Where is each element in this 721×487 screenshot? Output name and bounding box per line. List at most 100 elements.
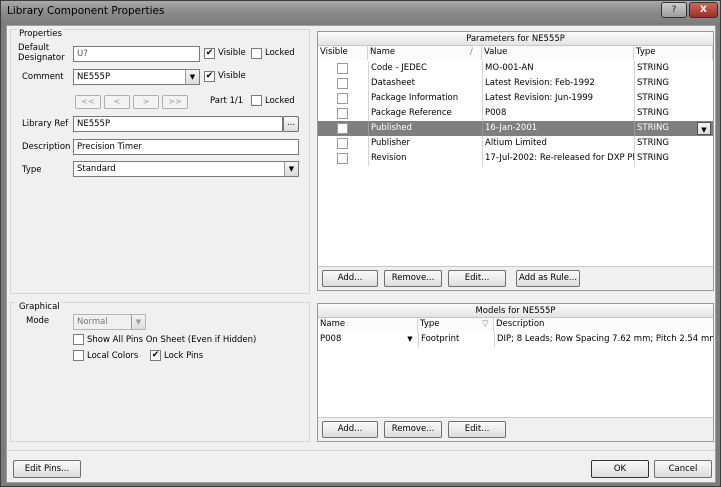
parameter-value-cell[interactable]: Latest Revision: Feb-1992 [482,76,634,91]
libref-input[interactable]: NE555P [73,116,283,132]
mode-label: Mode [26,316,50,326]
parameter-type-cell[interactable]: STRING [634,76,713,91]
designator-label: Default Designator [18,43,65,63]
description-input[interactable]: Precision Timer [73,139,299,155]
help-button[interactable]: ? [661,2,687,18]
parameter-name-cell[interactable]: Revision [368,151,482,166]
models-panel: Models for NE555P Name Type ▽ Descriptio… [317,303,714,442]
parameter-type-cell[interactable]: STRING [634,91,713,106]
col-visible[interactable]: Visible [318,46,368,60]
close-button[interactable]: X [689,2,718,18]
model-col-description[interactable]: Description [494,318,713,332]
parameter-value-cell[interactable]: P008 [482,106,634,121]
parameter-visible-checkbox[interactable] [337,63,348,74]
model-type-cell: Footprint [418,332,494,347]
graphical-group: Graphical Mode Normal ▼ Show All Pins On… [10,302,310,442]
parameter-type-cell[interactable]: STRING [634,151,713,166]
model-add-button[interactable]: Add... [322,421,378,438]
designator-locked-label: Locked [265,48,295,58]
graphical-group-title: Graphical [17,302,62,312]
cancel-button[interactable]: Cancel [654,460,712,478]
parameter-name-cell[interactable]: Code - JEDEC [368,61,482,76]
model-remove-button[interactable]: Remove... [384,421,442,438]
parameter-type-dropdown-icon[interactable]: ▼ [697,122,711,135]
parameter-name-cell[interactable]: Datasheet [368,76,482,91]
model-description-cell: DIP; 8 Leads; Row Spacing 7.62 mm; Pitch… [494,332,713,347]
model-name-cell[interactable]: P008 [318,332,404,347]
ok-button[interactable]: OK [591,460,649,478]
model-name-dropdown-icon[interactable]: ▼ [404,333,416,345]
parameter-value-cell[interactable]: 17-Jul-2002: Re-released for DXP Platfo [482,151,634,166]
parameter-row[interactable]: Revision 17-Jul-2002: Re-released for DXP… [318,151,713,166]
parameter-name-cell[interactable]: Published [368,121,482,136]
parameter-value-cell[interactable]: Latest Revision: Jun-1999 [482,91,634,106]
model-row[interactable]: P008 ▼ Footprint DIP; 8 Leads; Row Spaci… [318,332,713,347]
libref-label: Library Ref [22,119,69,129]
param-edit-button[interactable]: Edit... [448,270,506,287]
parameter-name-cell[interactable]: Publisher [368,136,482,151]
models-header-row: Name Type ▽ Description [318,318,713,332]
libref-browse-button[interactable]: ... [283,116,299,132]
parameter-value-cell[interactable]: 16-Jan-2001 [482,121,634,136]
sort-indicator-icon: / [470,47,473,57]
parameter-name-cell[interactable]: Package Information [368,91,482,106]
parameter-name-cell[interactable]: Package Reference [368,106,482,121]
parameter-row[interactable]: Datasheet Latest Revision: Feb-1992 STRING [318,76,713,91]
parameter-type-cell[interactable]: STRING [634,136,713,151]
parameter-row[interactable]: Published 16-Jan-2001 STRING ▼ [318,121,713,136]
parameter-visible-checkbox[interactable] [337,78,348,89]
col-name[interactable]: Name [368,46,482,60]
parameter-value-cell[interactable]: MO-001-AN [482,61,634,76]
mode-value: Normal [77,317,108,327]
designator-input[interactable]: U? [73,46,200,62]
type-dropdown-arrow-icon[interactable]: ▼ [284,162,298,176]
comment-value: NE555P [77,72,111,82]
mode-combobox[interactable]: Normal ▼ [73,314,146,330]
dialog-client-area: Properties Default Designator U? ✔ Visib… [6,25,716,483]
parameter-value-cell[interactable]: Altium Limited [482,136,634,151]
parameter-row[interactable]: Package Reference P008 STRING [318,106,713,121]
parameters-button-bar: Add... Remove... Edit... Add as Rule... [318,266,713,290]
parameter-row[interactable]: Publisher Altium Limited STRING [318,136,713,151]
type-combobox[interactable]: Standard ▼ [73,161,299,177]
model-col-name[interactable]: Name [318,318,418,332]
parameters-header-row: Visible Name / Value Type [318,46,713,60]
parameter-type-cell[interactable]: STRING [634,61,713,76]
parameter-visible-checkbox[interactable] [337,153,348,164]
parameters-title: Parameters for NE555P [318,32,713,46]
description-label: Description [22,142,71,152]
parameter-visible-checkbox[interactable] [337,138,348,149]
local-colors-checkbox[interactable] [73,350,84,361]
param-add-as-rule-button[interactable]: Add as Rule... [516,270,580,287]
designator-visible-checkbox[interactable]: ✔ [204,48,215,59]
col-value[interactable]: Value [482,46,634,60]
comment-combobox[interactable]: NE555P ▼ [73,69,200,85]
mode-dropdown-arrow-icon[interactable]: ▼ [131,315,145,329]
comment-dropdown-arrow-icon[interactable]: ▼ [185,70,199,84]
footer-bar: Edit Pins... OK Cancel [7,450,715,482]
lock-pins-checkbox[interactable]: ✔ [150,350,161,361]
col-type[interactable]: Type [634,46,713,60]
parameter-visible-checkbox[interactable] [337,123,348,134]
next-part-button[interactable]: > [133,95,159,109]
prev-part-button[interactable]: < [104,95,130,109]
part-locked-checkbox[interactable] [251,95,262,106]
part-locked-label: Locked [265,96,295,106]
parameter-row[interactable]: Package Information Latest Revision: Jun-… [318,91,713,106]
parameter-type-cell[interactable]: STRING [634,106,713,121]
models-title: Models for NE555P [318,304,713,318]
comment-visible-checkbox[interactable]: ✔ [204,71,215,82]
param-remove-button[interactable]: Remove... [384,270,442,287]
model-edit-button[interactable]: Edit... [448,421,506,438]
window-title: Library Component Properties [7,5,165,17]
last-part-button[interactable]: >> [162,95,188,109]
first-part-button[interactable]: << [75,95,101,109]
edit-pins-button[interactable]: Edit Pins... [13,460,81,478]
parameter-row[interactable]: Code - JEDEC MO-001-AN STRING [318,61,713,76]
parameter-visible-checkbox[interactable] [337,93,348,104]
title-bar[interactable]: Library Component Properties ? X [1,1,720,23]
show-all-pins-checkbox[interactable] [73,334,84,345]
parameter-visible-checkbox[interactable] [337,108,348,119]
designator-locked-checkbox[interactable] [251,48,262,59]
param-add-button[interactable]: Add... [322,270,378,287]
